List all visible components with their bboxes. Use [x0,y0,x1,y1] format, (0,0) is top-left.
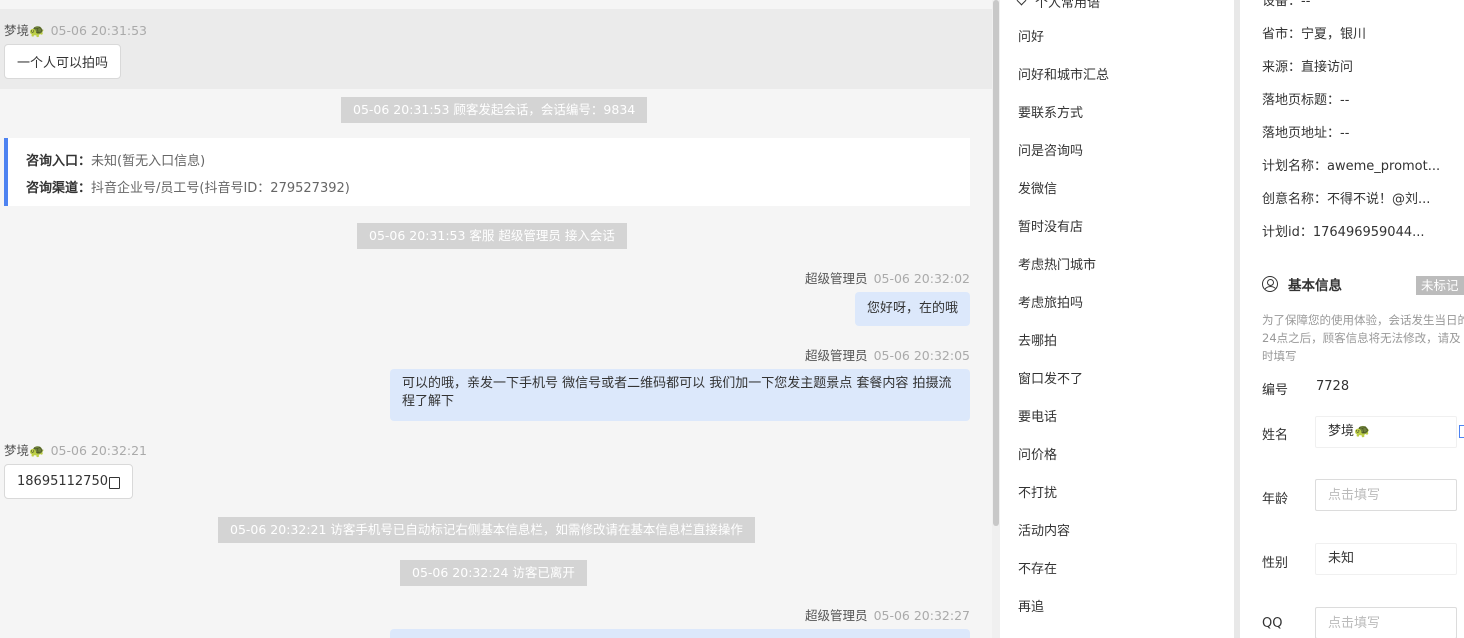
phrase-item[interactable]: 窗口发不了 [1018,370,1083,390]
tag-dropdown-button[interactable]: 未标记 [1416,276,1464,295]
highlighted-message-row [0,9,992,89]
agent-message-bubble[interactable]: 您好呀，在的哦 [854,292,970,326]
message-time: 05-06 20:32:05 [873,348,970,363]
system-notice-agent-join: 05-06 20:31:53 客服 超级管理员 接入会话 [357,223,627,249]
chat-panel[interactable]: 梦境🐢 05-06 20:31:53 一个人可以拍吗 05-06 20:31:53… [0,0,992,638]
system-notice-session-start: 05-06 20:31:53 顾客发起会话，会话编号：9834 [341,97,648,123]
info-landing-url: 落地页地址：-- [1262,126,1350,141]
gender-select[interactable]: 未知 [1315,543,1457,575]
agent-message-bubble[interactable]: 可以的哦，亲发一下手机号 微信号或者二维码都可以 我们加一下您发主题景点 套餐内… [390,369,970,421]
customer-sender-line: 梦境🐢 05-06 20:31:53 [4,20,147,39]
name-field[interactable]: 梦境🐢 [1315,416,1457,448]
consult-entry-card: 咨询入口：未知(暂无入口信息) 咨询渠道：抖音企业号/员工号(抖音号ID：279… [4,138,970,206]
app-root: 梦境🐢 05-06 20:31:53 一个人可以拍吗 05-06 20:31:53… [0,0,1464,638]
basic-info-section-title: 基本信息 [1262,274,1342,294]
agent-name: 超级管理员 [805,271,868,286]
entry-label: 咨询入口： [26,154,92,169]
phrase-item[interactable]: 考虑热门城市 [1018,256,1096,276]
agent-sender-line: 超级管理员 05-06 20:32:27 [805,605,970,624]
phrase-item[interactable]: 活动内容 [1018,522,1070,542]
info-creative-name: 创意名称：不得不说！@刘... [1262,192,1431,207]
message-time: 05-06 20:31:53 [50,23,148,38]
entry-value: 未知(暂无入口信息) [91,154,206,169]
agent-message-text: 可以的哦，亲发一下手机号 微信号或者二维码都可以 我们加一下您发主题景点 套餐内… [402,376,952,409]
info-landing-title: 落地页标题：-- [1262,93,1350,108]
customer-name: 梦境🐢 [4,443,45,458]
customer-name: 梦境🐢 [4,23,45,38]
customer-message-bubble[interactable]: 18695112750 [4,464,133,499]
message-time: 05-06 20:32:02 [873,271,970,286]
agent-message-bubble-partial[interactable] [390,629,970,638]
phrase-item[interactable]: 考虑旅拍吗 [1018,294,1083,314]
info-source: 来源：直接访问 [1262,60,1354,75]
message-time: 05-06 20:32:27 [873,608,970,623]
basic-info-title-text: 基本信息 [1288,278,1342,294]
customer-info-panel: 设备：-- 省市：宁夏，银川 来源：直接访问 落地页标题：-- 落地页地址：--… [1240,0,1464,638]
system-notice-visitor-left: 05-06 20:32:24 访客已离开 [400,560,587,586]
agent-name: 超级管理员 [805,608,868,623]
info-plan-name: 计划名称：aweme_promot... [1262,159,1441,174]
customer-sender-line: 梦境🐢 05-06 20:32:21 [4,440,147,459]
phrase-item[interactable]: 不打扰 [1018,484,1057,504]
channel-line: 咨询渠道：抖音企业号/员工号(抖音号ID：279527392) [26,175,970,202]
agent-message-text: 您好呀，在的哦 [866,301,958,316]
phrase-item[interactable]: 问好和城市汇总 [1018,66,1109,86]
phrase-item[interactable]: 不存在 [1018,560,1057,580]
age-field[interactable] [1315,479,1457,511]
phrase-item[interactable]: 再追 [1018,598,1044,618]
phrase-item[interactable]: 要电话 [1018,408,1057,428]
edit-deadline-notice: 为了保障您的使用体验，会话发生当日的24点之后，顾客信息将无法修改，请及时填写 [1262,313,1464,363]
field-label-id: 编号 [1262,383,1289,398]
info-province-city: 省市：宁夏，银川 [1262,27,1367,42]
entry-line: 咨询入口：未知(暂无入口信息) [26,148,970,175]
channel-label: 咨询渠道： [26,181,92,196]
phrase-item[interactable]: 问价格 [1018,446,1057,466]
phrase-item[interactable]: 要联系方式 [1018,104,1083,124]
chat-scrollbar-thumb[interactable] [993,0,999,526]
phrase-group-header[interactable]: 个人常用语 [1016,0,1101,11]
channel-value: 抖音企业号/员工号(抖音号ID：279527392) [91,181,350,196]
phrase-item[interactable]: 发微信 [1018,180,1057,200]
field-value-id: 7728 [1316,379,1350,394]
customer-message-bubble[interactable]: 一个人可以拍吗 [4,44,122,79]
agent-sender-line: 超级管理员 05-06 20:32:05 [805,345,970,364]
info-plan-id: 计划id：176496959044... [1262,225,1425,240]
user-circle-icon [1262,276,1278,292]
customer-message-text: 18695112750 [17,474,108,489]
field-label-age: 年龄 [1262,492,1289,507]
phrase-item[interactable]: 问是咨询吗 [1018,142,1083,162]
message-time: 05-06 20:32:21 [50,443,148,458]
chevron-down-icon [1016,0,1027,6]
field-label-name: 姓名 [1262,428,1289,443]
quick-phrases-panel: 个人常用语 问好 问好和城市汇总 要联系方式 问是咨询吗 发微信 暂时没有店 考… [1000,0,1234,638]
customer-message-text: 一个人可以拍吗 [17,56,109,71]
system-notice-phone-marked: 05-06 20:32:21 访客手机号已自动标记右侧基本信息栏，如需修改请在基… [218,517,755,543]
phrase-item[interactable]: 暂时没有店 [1018,218,1083,238]
info-device: 设备：-- [1262,0,1311,9]
phrase-group-label: 个人常用语 [1035,0,1101,11]
agent-sender-line: 超级管理员 05-06 20:32:02 [805,268,970,287]
qq-field[interactable] [1315,607,1457,638]
field-label-gender: 性别 [1262,556,1289,571]
copy-icon[interactable] [108,476,120,489]
phrase-item[interactable]: 去哪拍 [1018,332,1057,352]
field-label-qq: QQ [1262,616,1283,631]
edit-icon[interactable] [1459,425,1464,438]
phrase-item[interactable]: 问好 [1018,28,1044,48]
chat-top-strip [0,0,992,9]
agent-name: 超级管理员 [805,348,868,363]
